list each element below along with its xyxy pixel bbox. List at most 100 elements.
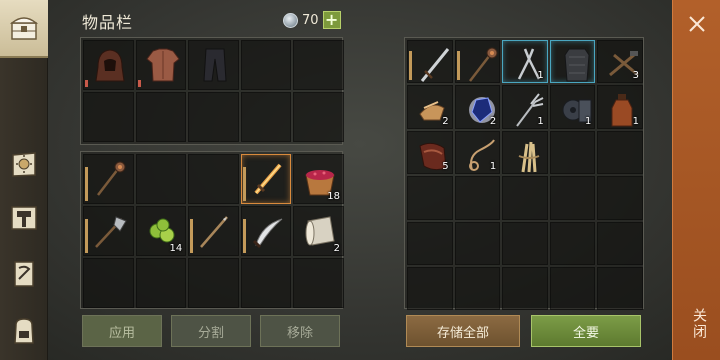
- empty-slot[interactable]: [407, 176, 453, 220]
- sword-icon: [420, 48, 450, 82]
- item-slot-leather-strips[interactable]: 5: [407, 130, 453, 175]
- empty-slot[interactable]: [549, 266, 596, 311]
- item-slot-wood-chips[interactable]: 2: [407, 85, 453, 129]
- tunic-icon: [145, 48, 180, 82]
- equipment-panel: [80, 37, 344, 145]
- item-slot-tunic[interactable]: [135, 40, 187, 90]
- item-slot-scimitar[interactable]: [240, 206, 292, 256]
- empty-slot[interactable]: [549, 221, 596, 265]
- empty-slot[interactable]: [135, 154, 187, 204]
- empty-slot[interactable]: [597, 221, 643, 265]
- mace-icon: [97, 161, 126, 196]
- mace-icon: [468, 47, 498, 82]
- empty-slot[interactable]: [407, 221, 453, 265]
- item-slot-fire-sword[interactable]: [240, 154, 292, 204]
- scroll-icon: [14, 261, 34, 287]
- item-slot-crystal[interactable]: 2: [454, 85, 501, 129]
- halberd-icon: [95, 216, 127, 248]
- empty-slot[interactable]: [293, 258, 344, 308]
- item-slot-rope[interactable]: 1: [454, 130, 501, 175]
- item-count: 1: [585, 115, 592, 127]
- item-slot-hood[interactable]: [83, 40, 134, 90]
- empty-slot[interactable]: [240, 258, 292, 308]
- empty-slot[interactable]: [454, 221, 501, 265]
- item-slot-mace[interactable]: [454, 40, 501, 84]
- empty-slot[interactable]: [454, 176, 501, 220]
- silver-coin-icon: [283, 12, 298, 28]
- tab-crafting[interactable]: [4, 196, 44, 240]
- item-slot-spear[interactable]: [188, 206, 239, 256]
- empty-slot[interactable]: [502, 266, 548, 311]
- storage-panel: 1 3 2 2 1 1 1 5 1: [404, 37, 644, 311]
- item-slot-halberd[interactable]: [83, 206, 134, 256]
- add-currency-button[interactable]: +: [322, 11, 341, 29]
- item-slot-pants[interactable]: [188, 40, 239, 90]
- close-panel[interactable]: 关闭: [672, 0, 720, 360]
- empty-slot[interactable]: [240, 92, 292, 142]
- tab-journal[interactable]: [4, 142, 44, 186]
- item-count: 1: [632, 115, 639, 127]
- spear-icon: [200, 216, 229, 248]
- item-slot-tools[interactable]: 3: [597, 40, 643, 84]
- split-button[interactable]: 分割: [171, 315, 251, 347]
- bag-panel: 18 14 2: [80, 151, 344, 309]
- empty-slot[interactable]: [597, 266, 643, 311]
- item-count: 18: [327, 191, 340, 202]
- item-slot-sword[interactable]: [407, 40, 453, 84]
- item-slot-cucumber-slices[interactable]: 14: [135, 206, 187, 256]
- item-count: 14: [169, 243, 183, 254]
- close-label: 关闭: [691, 308, 707, 340]
- item-count: 5: [442, 161, 449, 173]
- empty-slot[interactable]: [188, 154, 239, 204]
- empty-slot[interactable]: [188, 258, 239, 308]
- empty-slot[interactable]: [293, 92, 344, 142]
- empty-slot[interactable]: [502, 221, 548, 265]
- item-slot-tongs[interactable]: 1: [502, 40, 548, 84]
- apply-button[interactable]: 应用: [82, 315, 162, 347]
- scimitar-icon: [252, 218, 283, 249]
- tab-strip: [0, 0, 48, 360]
- empty-slot[interactable]: [549, 176, 596, 220]
- empty-slot[interactable]: [454, 266, 501, 311]
- take-all-button[interactable]: 全要: [531, 315, 641, 347]
- item-slot-mace[interactable]: [83, 154, 134, 204]
- empty-slot[interactable]: [83, 258, 134, 308]
- item-count: 1: [537, 70, 544, 82]
- item-slot-chainmail[interactable]: [549, 40, 596, 84]
- hammer-icon: [11, 206, 37, 230]
- item-slot-pitchfork[interactable]: 1: [502, 85, 548, 129]
- pants-icon: [203, 48, 227, 82]
- close-icon[interactable]: [687, 14, 707, 34]
- item-slot-gear-machine[interactable]: 1: [549, 85, 596, 129]
- store-all-button[interactable]: 存储全部: [406, 315, 520, 347]
- tab-backpack[interactable]: [4, 308, 44, 352]
- item-count: 1: [537, 115, 544, 127]
- wheat-bundle-icon: [518, 141, 540, 172]
- page-title: 物品栏: [82, 13, 134, 32]
- tab-map[interactable]: [4, 252, 44, 296]
- remove-button[interactable]: 移除: [260, 315, 340, 347]
- empty-slot[interactable]: [597, 176, 643, 220]
- empty-slot[interactable]: [502, 176, 548, 220]
- empty-slot[interactable]: [293, 40, 344, 90]
- item-count: 2: [489, 115, 497, 127]
- backpack-icon: [14, 318, 34, 344]
- empty-slot[interactable]: [549, 130, 596, 175]
- empty-slot[interactable]: [597, 130, 643, 175]
- item-slot-wheat-bundle[interactable]: [502, 130, 548, 175]
- item-slot-berry-bowl[interactable]: 18: [293, 154, 344, 204]
- tab-inventory[interactable]: [0, 0, 48, 58]
- item-slot-cloth-roll[interactable]: 2: [293, 206, 344, 256]
- empty-slot[interactable]: [407, 266, 453, 311]
- item-count: 2: [333, 243, 340, 254]
- empty-slot[interactable]: [188, 92, 239, 142]
- currency-count: 70: [302, 12, 319, 28]
- empty-slot[interactable]: [240, 40, 292, 90]
- empty-slot[interactable]: [135, 258, 187, 308]
- empty-slot[interactable]: [135, 92, 187, 142]
- empty-slot[interactable]: [83, 92, 134, 142]
- item-slot-bottle[interactable]: 1: [597, 85, 643, 129]
- item-count: 1: [489, 161, 497, 173]
- chest-icon: [9, 17, 39, 40]
- chainmail-icon: [564, 48, 590, 82]
